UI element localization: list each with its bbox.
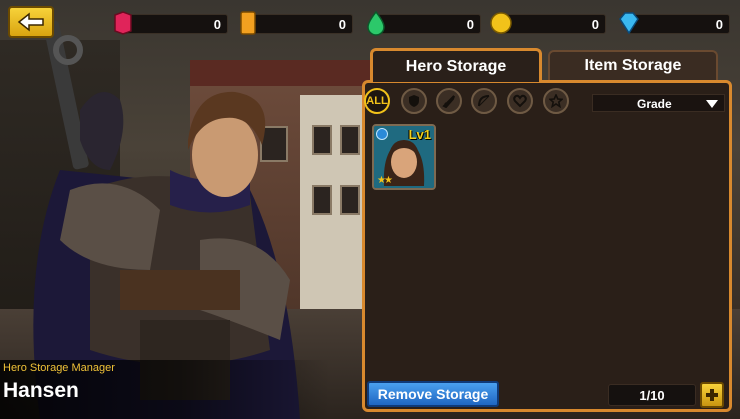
resource-value: 0 xyxy=(591,17,599,32)
filter-bow-button[interactable] xyxy=(471,88,497,114)
diamond-icon xyxy=(619,12,639,35)
filter-shield-button[interactable] xyxy=(401,88,427,114)
filter-sword-button[interactable] xyxy=(436,88,462,114)
resource-orange-ticket: 0 xyxy=(240,11,353,35)
arrow-left-icon xyxy=(17,12,44,32)
sort-dropdown-value: Grade xyxy=(637,97,672,111)
shield-icon xyxy=(409,95,419,107)
manager-name: Hansen xyxy=(3,379,79,402)
resource-value: 0 xyxy=(466,17,474,32)
manager-title: Hero Storage Manager xyxy=(3,362,115,374)
sword-icon xyxy=(442,95,455,108)
hero-stars: ★★ xyxy=(377,175,393,186)
resource-green-potion: 0 xyxy=(367,10,481,36)
tab-item-storage[interactable]: Item Storage xyxy=(548,50,718,80)
storage-count: 1/10 xyxy=(608,384,696,406)
resource-value: 0 xyxy=(213,17,221,32)
gold-coin-icon xyxy=(490,12,512,34)
bow-icon xyxy=(478,95,490,107)
chevron-down-icon xyxy=(706,100,718,108)
star-icon xyxy=(549,94,563,108)
resource-diamond: 0 xyxy=(619,12,730,35)
green-potion-icon xyxy=(367,10,385,36)
back-button[interactable] xyxy=(8,6,54,38)
filter-heart-button[interactable] xyxy=(507,88,533,114)
tab-hero-storage[interactable]: Hero Storage xyxy=(370,48,542,82)
filter-all-button[interactable]: ALL xyxy=(364,88,390,114)
remove-storage-button[interactable]: Remove Storage xyxy=(367,381,499,407)
sort-dropdown[interactable]: Grade xyxy=(592,94,725,112)
heart-icon xyxy=(513,94,527,108)
hero-element-badge xyxy=(376,128,388,140)
resource-value: 0 xyxy=(338,17,346,32)
expand-storage-button[interactable] xyxy=(700,382,724,408)
red-gem-icon xyxy=(114,11,132,35)
resource-gold-coin: 0 xyxy=(490,12,606,34)
orange-ticket-icon xyxy=(240,11,256,35)
hero-card[interactable]: Lv1 ★★ xyxy=(372,124,436,190)
resource-red-gem: 0 xyxy=(114,11,228,35)
resource-value: 0 xyxy=(715,17,723,32)
filter-star-button[interactable] xyxy=(543,88,569,114)
plus-icon xyxy=(706,389,718,401)
hero-level-label: Lv1 xyxy=(408,127,431,142)
